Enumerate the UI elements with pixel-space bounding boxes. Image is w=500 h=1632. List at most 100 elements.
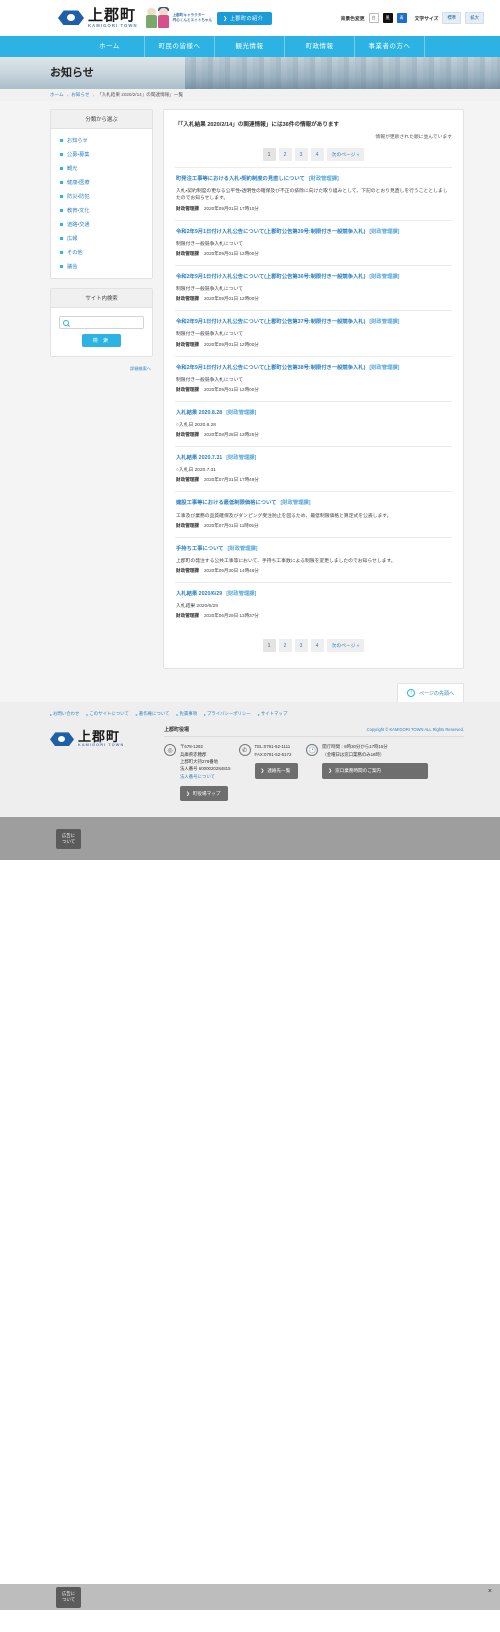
news-meta: 財政管理課 2020年08月28日 13時25分 (176, 432, 451, 438)
close-icon[interactable]: × (488, 1588, 492, 1595)
sidebar-item-label: 観光 (67, 165, 78, 172)
breadcrumb-notices[interactable]: お知らせ (71, 92, 89, 98)
news-title-text: 入札結果 2020.7.31 (176, 455, 223, 462)
site-search-title: サイト内検索 (51, 289, 152, 308)
sidebar-item-koho[interactable]: 広報 (51, 231, 152, 245)
sidebar-item-koubo[interactable]: 公募・募集 (51, 147, 152, 161)
page-button-2[interactable]: 2 (278, 148, 292, 161)
page-button-2-bottom[interactable]: 2 (278, 639, 292, 653)
list-item: 入札結果 2020.8.28 [財政管理課] ○入札日 2020.8.28 財政管… (175, 400, 452, 446)
bg-blue-button[interactable]: 青 (396, 13, 407, 23)
sidebar-item-kenko[interactable]: 健康・医療 (51, 175, 152, 189)
footer-office-name: 上郡町役場 (164, 727, 190, 734)
news-title-link[interactable]: 手持ち工事について [財政管理課] (176, 546, 451, 553)
nav-item-residents[interactable]: 町民の皆様へ (145, 36, 215, 57)
footer-link-contact[interactable]: お問い合わせ (50, 711, 79, 717)
font-size-large-button[interactable]: 拡大 (465, 12, 484, 24)
bg-color-label: 背景色変更 (340, 16, 365, 22)
town-office-map-button[interactable]: ❯ 町役場マップ (180, 785, 229, 802)
town-intro-button[interactable]: ❯ 上郡町の紹介 (217, 11, 273, 25)
footer-link-copyright[interactable]: 著作権について (136, 711, 170, 717)
next-page-button[interactable]: 次のページ » (326, 148, 365, 161)
footer-phone-lines: TEL:0791-52-1111 FAX:0791-52-5172 ❯ 連絡先一… (254, 743, 299, 801)
sidebar-item-other[interactable]: その他 (51, 245, 152, 259)
search-submit-button[interactable]: 検 索 (81, 334, 122, 347)
page-button-1[interactable]: 1 (262, 148, 276, 161)
footer-link-about[interactable]: このサイトについて (86, 711, 128, 717)
news-title-link[interactable]: 入札結果 2020.8.28 [財政管理課] (176, 410, 451, 417)
page-button-3[interactable]: 3 (294, 148, 308, 161)
news-meta-date: 2020年09月01日 12時00分 (203, 250, 259, 256)
news-dept-tag: [財政管理課] (226, 455, 257, 462)
search-input[interactable] (72, 319, 140, 326)
nav-item-business[interactable]: 事業者の方へ (355, 36, 425, 57)
news-meta-date: 2020年09月01日 12時00分 (203, 341, 259, 347)
news-title-link[interactable]: 入札結果 2020/6/29 [財政管理課] (176, 591, 451, 598)
news-title-link[interactable]: 令和2年9月1日付け入札公告について(上郡町公告第39号:制限付き一般競争入札)… (176, 229, 451, 236)
news-title-text: 手持ち工事について (176, 545, 224, 552)
news-title-link[interactable]: 入札結果 2020.7.31 [財政管理課] (176, 455, 451, 462)
square-bullet-icon (60, 222, 63, 226)
news-title-link[interactable]: 令和2年9月1日付け入札公告について(上郡町公告第36号:制限付き一般競争入札)… (176, 274, 451, 281)
sidebar-item-gikai[interactable]: 議会 (51, 259, 152, 273)
page-button-4-bottom[interactable]: 4 (310, 639, 324, 653)
sidebar-item-label: 議会 (67, 263, 78, 270)
news-title-link[interactable]: 町発注工事等における入札・契約制度の見直しについて [財政管理課] (176, 176, 451, 183)
breadcrumb-sep-1: › (66, 92, 69, 98)
breadcrumb-home[interactable]: ホーム (50, 92, 64, 98)
site-logo[interactable]: 上郡町 KAMIGORI TOWN (58, 8, 138, 28)
list-item: 入札結果 2020/6/29 [財政管理課] 入札結果 2020/6/29 財政管… (175, 582, 452, 627)
about-ads-button[interactable]: 広告に ついて (56, 828, 82, 850)
news-meta: 財政管理課 2020年09月01日 12時00分 (176, 296, 451, 302)
nav-item-town-admin[interactable]: 町政情報 (285, 36, 355, 57)
advanced-search-link[interactable]: 詳細検索へ (50, 366, 153, 372)
breadcrumb-current: 「入札結果 2020/2/14」の関連情報」一覧 (97, 92, 184, 97)
page-button-3-bottom[interactable]: 3 (294, 639, 308, 653)
accessibility-tools: 背景色変更 白 黒 青 文字サイズ 標準 拡大 (341, 12, 490, 24)
about-ads-button-sticky[interactable]: 広告に ついて (56, 1587, 82, 1608)
footer-links: お問い合わせ このサイトについて 著作権について 免責事項 プライバシーポリシー… (50, 711, 464, 717)
news-list: 町発注工事等における入札・契約制度の見直しについて [財政管理課] 入札・契約制度… (175, 167, 452, 627)
page-button-4[interactable]: 4 (310, 148, 324, 161)
footer-info: 上郡町役場 Copyright © KAMIGORI TOWN ALL Righ… (164, 726, 464, 802)
bg-white-button[interactable]: 白 (368, 13, 379, 23)
font-size-normal-button[interactable]: 標準 (442, 12, 462, 24)
site-search-card: サイト内検索 検 索 (50, 288, 153, 357)
footer-corporate-number: 法人番号 6000020284815 (180, 766, 231, 772)
news-title-link[interactable]: 建設工事等における最低制限価格について [財政管理課] (176, 500, 451, 507)
news-title-text: 建設工事等における最低制限価格について (176, 500, 277, 507)
footer-link-disclaimer[interactable]: 免責事項 (176, 711, 197, 717)
sidebar-item-doro[interactable]: 道路・交通 (51, 217, 152, 231)
nav-item-tourism[interactable]: 観光情報 (215, 36, 285, 57)
back-to-top-row: ↑ ページの先頭へ (0, 683, 500, 703)
news-meta-dept: 財政管理課 (176, 250, 199, 256)
news-title-link[interactable]: 令和2年9月1日付け入札公告について(上郡町公告第37号:制限付き一般競争入札)… (176, 319, 451, 326)
sidebar: 分類から選ぶ お知らせ 公募・募集 観光 健康・医療 防災・防犯 教育・文化 道… (50, 109, 153, 372)
site-search-box: 検 索 (51, 308, 152, 356)
sidebar-item-kanko[interactable]: 観光 (51, 161, 152, 175)
footer-link-sitemap[interactable]: サイトマップ (258, 711, 287, 717)
bg-black-button[interactable]: 黒 (382, 13, 393, 23)
square-bullet-icon (60, 166, 63, 170)
footer-copyright: Copyright © KAMIGORI TOWN ALL Rights Res… (366, 727, 464, 733)
news-meta-date: 2020年08月28日 13時25分 (203, 432, 259, 438)
news-summary: 工事及び業務の品質確保及びダンピング受注防止を図るため、最低制限価格と算定式を公… (176, 513, 392, 519)
sidebar-item-kyoiku[interactable]: 教育・文化 (51, 203, 152, 217)
page-button-1-bottom[interactable]: 1 (262, 639, 276, 653)
back-to-top-button[interactable]: ↑ ページの先頭へ (397, 683, 464, 703)
search-field-wrap[interactable] (59, 316, 144, 329)
chevron-right-icon: ❯ (260, 768, 265, 774)
contact-list-label: 連絡先一覧 (267, 768, 291, 773)
footer-link-privacy[interactable]: プライバシーポリシー (204, 711, 251, 717)
footer-logo[interactable]: 上郡町 KAMIGORI TOWN (50, 726, 150, 748)
counter-hours-button[interactable]: ❯ 窓口業務時間のご案内 (322, 763, 429, 779)
nav-item-home[interactable]: ホーム (75, 36, 145, 57)
sidebar-item-oshirase[interactable]: お知らせ (51, 133, 152, 147)
contact-list-button[interactable]: ❯ 連絡先一覧 (254, 763, 299, 779)
next-page-button-bottom[interactable]: 次のページ » (326, 639, 365, 653)
footer-corporate-link[interactable]: 法人番号について (180, 773, 231, 780)
news-meta: 財政管理課 2020年07月31日 17時49分 (176, 477, 451, 483)
sidebar-item-bosai[interactable]: 防災・防犯 (51, 189, 152, 203)
result-heading: 「「入札結果 2020/2/14」の関連情報」には36件の情報があります (175, 122, 340, 128)
news-title-link[interactable]: 令和2年9月1日付け入札公告について(上郡町公告第38号:制限付き一般競争入札)… (176, 365, 451, 372)
